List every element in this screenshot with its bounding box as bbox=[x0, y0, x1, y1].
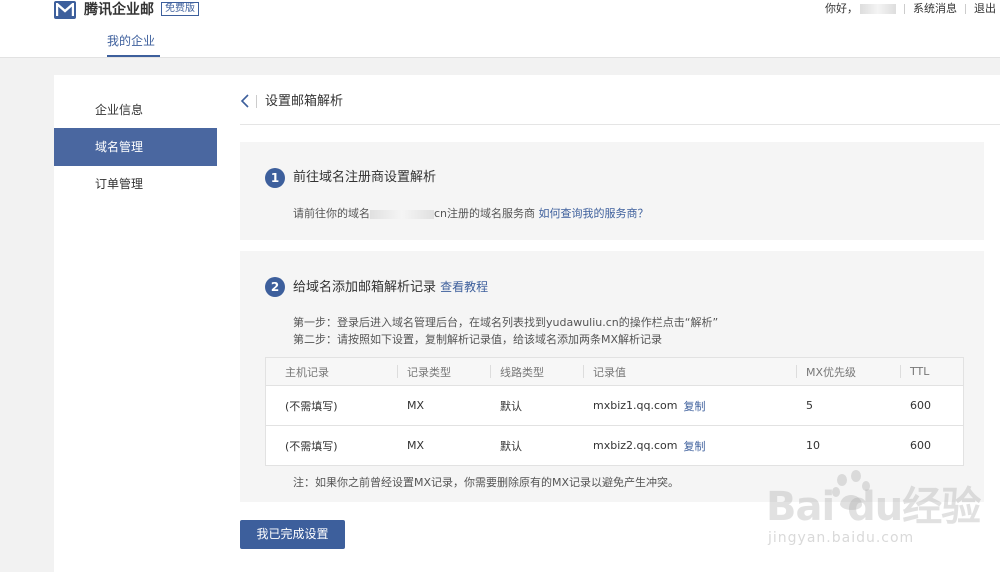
system-messages-link[interactable]: 系统消息 bbox=[913, 2, 957, 16]
watermark-url: jingyan.baidu.com bbox=[768, 530, 915, 546]
step2-title: 给域名添加邮箱解析记录 查看教程 bbox=[293, 280, 489, 295]
divider bbox=[965, 4, 966, 14]
view-tutorial-link[interactable]: 查看教程 bbox=[440, 280, 488, 294]
brand-logo-icon[interactable] bbox=[54, 1, 76, 19]
col-mx-priority: MX优先级 bbox=[795, 358, 856, 385]
ttl-cell: 600 bbox=[910, 399, 931, 412]
step2-panel: 2 给域名添加邮箱解析记录 查看教程 第一步：登录后进入域名管理后台，在域名列表… bbox=[240, 251, 984, 502]
top-links: 你好， 系统消息 退出 bbox=[825, 2, 996, 16]
step1-title: 前往域名注册商设置解析 bbox=[293, 170, 437, 185]
col-ttl: TTL bbox=[899, 358, 929, 385]
host-cell: (不需填写) bbox=[285, 439, 338, 453]
copy-button[interactable]: 复制 bbox=[684, 398, 706, 414]
brand-name[interactable]: 腾讯企业邮 bbox=[84, 1, 154, 19]
watermark-logo: Bai du经验 bbox=[766, 484, 981, 530]
sidebar-item-enterprise-info[interactable]: 企业信息 bbox=[54, 91, 217, 129]
sidebar: 企业信息 域名管理 订单管理 bbox=[54, 75, 217, 572]
blurred-domain bbox=[370, 209, 434, 219]
finish-setup-button[interactable]: 我已完成设置 bbox=[240, 520, 345, 549]
page-header: 设置邮箱解析 bbox=[240, 75, 1000, 125]
paw-icon bbox=[832, 470, 870, 510]
table-row: (不需填写) MX 默认 mxbiz1.qq.com 复制 5 600 bbox=[266, 385, 963, 425]
value-cell: mxbiz2.qq.com 复制 bbox=[593, 426, 706, 465]
step2-instruction-2: 第二步：请按照如下设置，复制解析记录值，给该域名添加两条MX解析记录 bbox=[293, 333, 663, 346]
step2-instruction-1: 第一步：登录后进入域名管理后台，在域名列表找到yudawuliu.cn的操作栏点… bbox=[293, 316, 719, 329]
record-value: mxbiz1.qq.com bbox=[593, 399, 678, 412]
nav-bar: 我的企业 bbox=[0, 22, 1000, 58]
tab-my-enterprise[interactable]: 我的企业 bbox=[107, 33, 155, 49]
mx-records-table: 主机记录 记录类型 线路类型 记录值 MX优先级 TTL (不需填写) MX 默… bbox=[265, 357, 964, 466]
help-query-provider-link[interactable]: 如何查询我的服务商？ bbox=[539, 207, 649, 220]
greeting: 你好， bbox=[825, 2, 896, 16]
type-cell: MX bbox=[407, 399, 425, 412]
blurred-username bbox=[860, 4, 896, 14]
table-header-row: 主机记录 记录类型 线路类型 记录值 MX优先级 TTL bbox=[266, 358, 963, 385]
col-record-type: 记录类型 bbox=[397, 358, 451, 385]
mx-conflict-note: 注：如果你之前曾经设置MX记录，你需要删除原有的MX记录以避免产生冲突。 bbox=[293, 476, 680, 489]
priority-cell: 10 bbox=[806, 439, 820, 452]
record-value: mxbiz2.qq.com bbox=[593, 439, 678, 452]
type-cell: MX bbox=[407, 439, 425, 452]
step1-panel: 1 前往域名注册商设置解析 请前往你的域名 cn注册的域名服务商 如何查询我的服务… bbox=[240, 142, 984, 240]
divider bbox=[256, 95, 257, 108]
line-cell: 默认 bbox=[500, 439, 522, 453]
ttl-cell: 600 bbox=[910, 439, 931, 452]
top-bar: 腾讯企业邮 免费版 你好， 系统消息 退出 bbox=[0, 0, 1000, 22]
copy-button[interactable]: 复制 bbox=[684, 438, 706, 454]
col-host-record: 主机记录 bbox=[285, 365, 329, 379]
edition-badge: 免费版 bbox=[161, 2, 199, 16]
sidebar-item-order-management[interactable]: 订单管理 bbox=[54, 165, 217, 203]
priority-cell: 5 bbox=[806, 399, 813, 412]
col-line-type: 线路类型 bbox=[490, 358, 544, 385]
sidebar-item-domain-management[interactable]: 域名管理 bbox=[54, 128, 217, 166]
step1-description: 请前往你的域名 cn注册的域名服务商 如何查询我的服务商？ bbox=[293, 207, 649, 220]
step2-number-badge: 2 bbox=[265, 277, 285, 297]
page-title: 设置邮箱解析 bbox=[265, 94, 344, 109]
col-record-value: 记录值 bbox=[583, 358, 626, 385]
value-cell: mxbiz1.qq.com 复制 bbox=[593, 386, 706, 425]
logout-link[interactable]: 退出 bbox=[974, 2, 996, 16]
tab-active-indicator bbox=[107, 55, 160, 57]
line-cell: 默认 bbox=[500, 399, 522, 413]
back-chevron-icon[interactable] bbox=[240, 94, 252, 108]
step1-number-badge: 1 bbox=[265, 168, 285, 188]
baidu-jingyan-watermark: Bai du经验 jingyan.baidu.com bbox=[766, 470, 1000, 572]
table-row: (不需填写) MX 默认 mxbiz2.qq.com 复制 10 600 bbox=[266, 425, 963, 465]
host-cell: (不需填写) bbox=[285, 399, 338, 413]
divider bbox=[904, 4, 905, 14]
